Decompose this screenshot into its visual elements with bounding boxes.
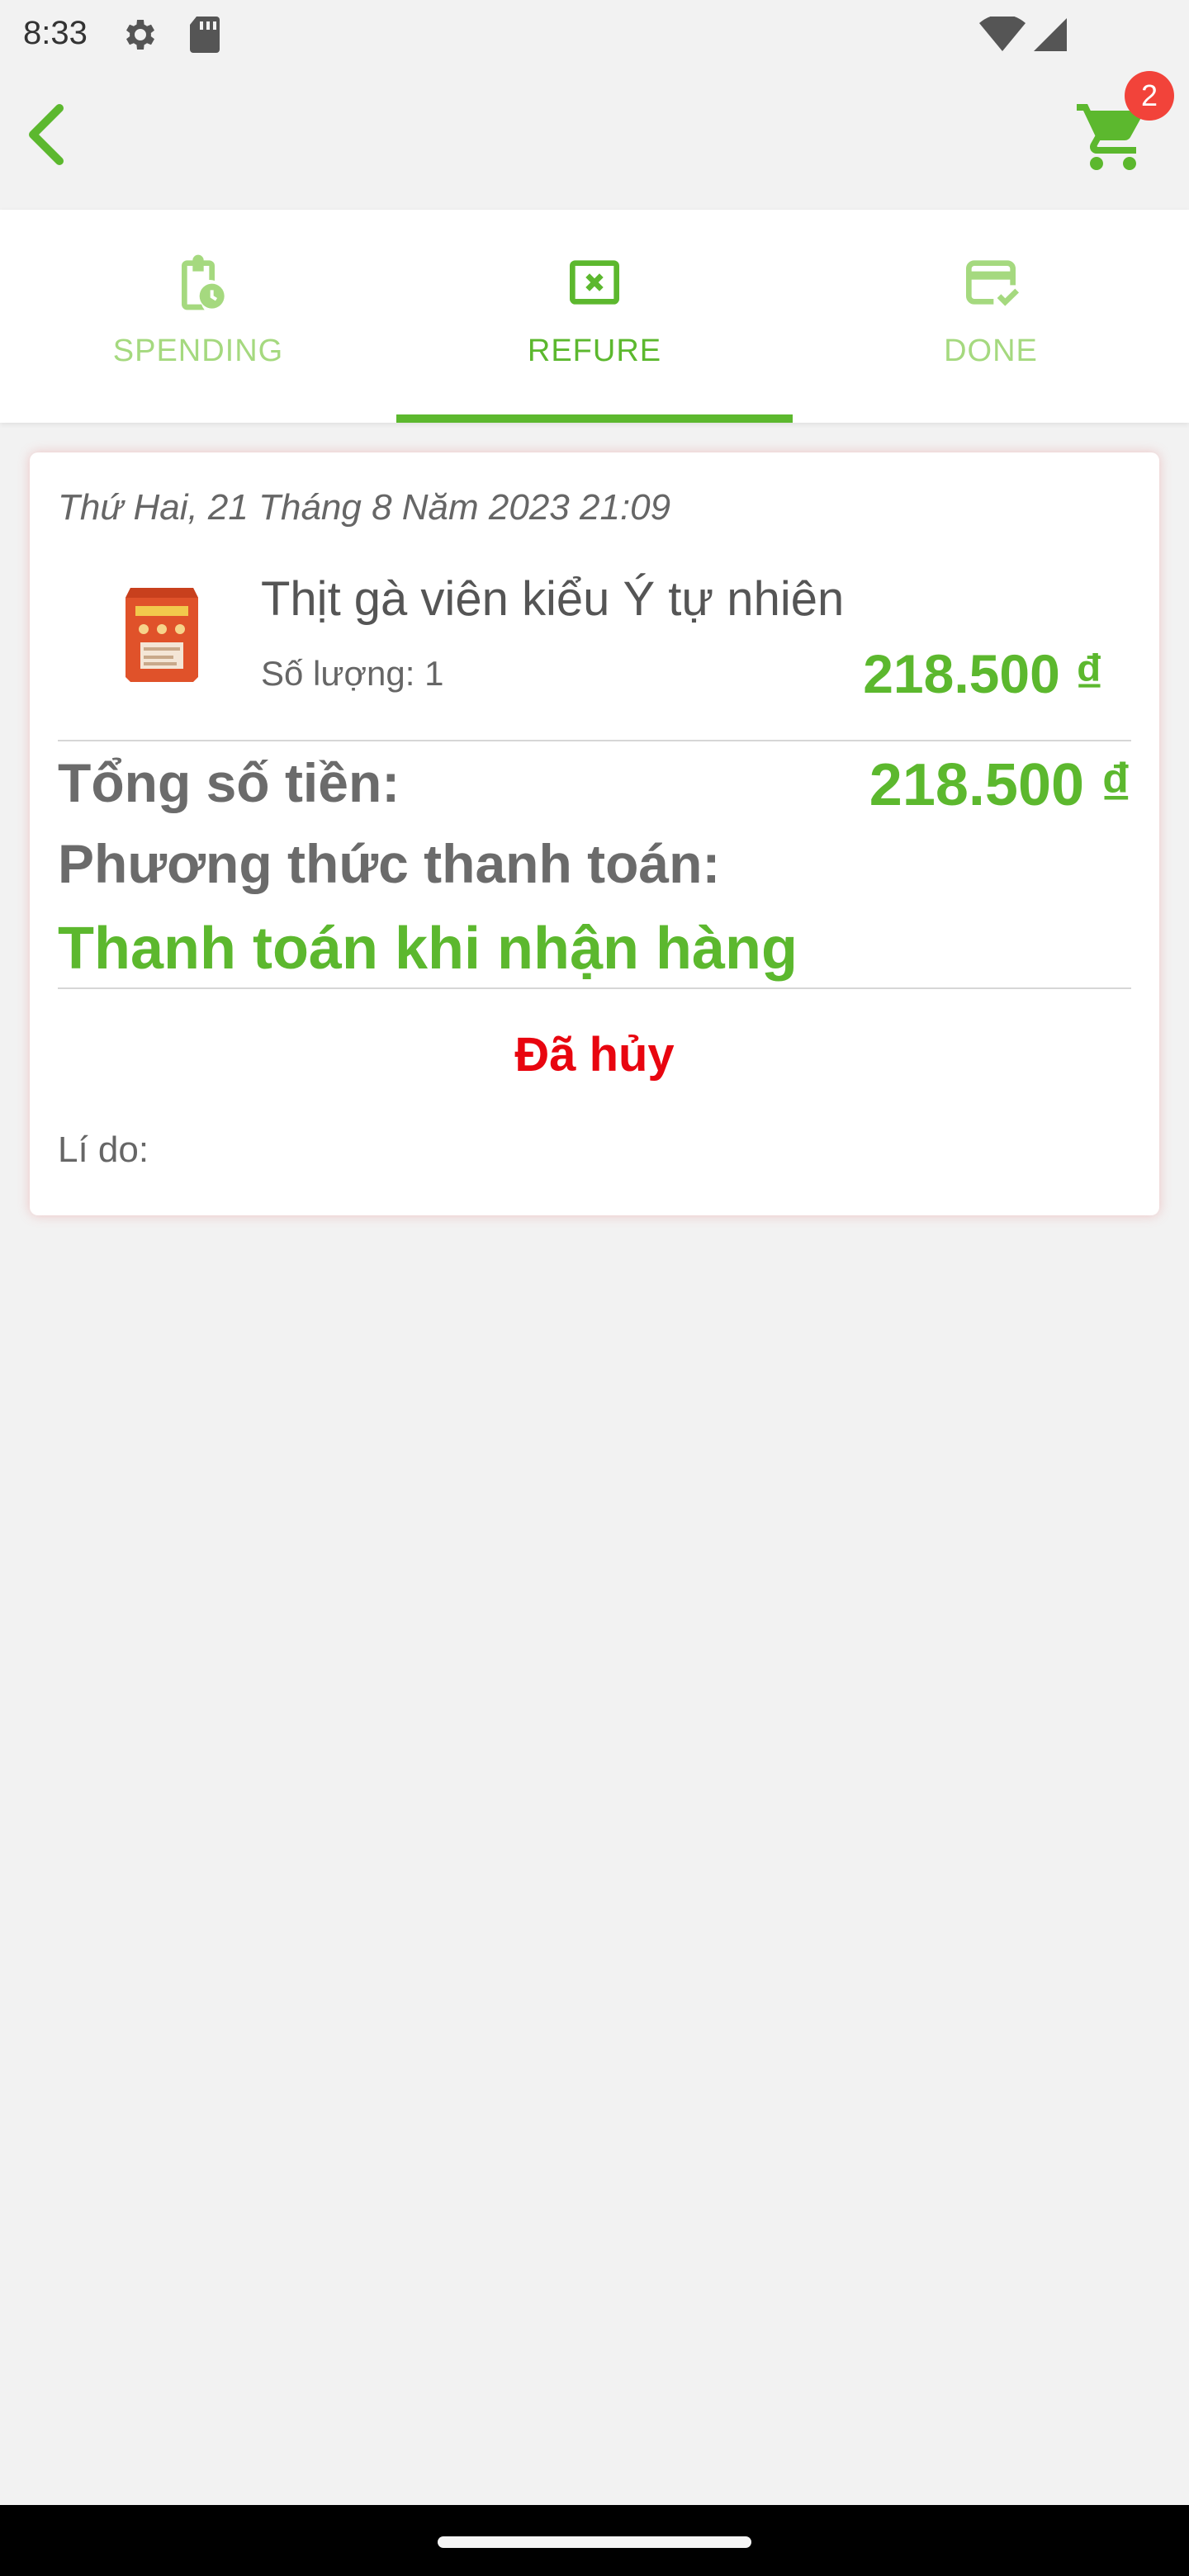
cart-count-badge: 2: [1125, 71, 1174, 121]
status-time: 8:33: [23, 15, 88, 51]
payment-method-label: Phương thức thanh toán:: [58, 833, 721, 894]
back-button[interactable]: [17, 97, 74, 172]
chevron-left-icon: [29, 104, 64, 165]
order-card[interactable]: Thứ Hai, 21 Tháng 8 Năm 2023 21:09 Thịt …: [30, 452, 1159, 1215]
system-navigation-bar: [0, 2505, 1189, 2576]
wifi-icon: [979, 17, 1026, 51]
payment-method-value: Thanh toán khi nhận hàng: [58, 916, 798, 982]
total-value: 218.500 ₫: [869, 752, 1131, 818]
product-name: Thịt gà viên kiểu Ý tự nhiên: [261, 572, 845, 626]
product-price: 218.500 ₫: [863, 643, 1103, 704]
tab-spending[interactable]: SPENDING: [0, 210, 396, 423]
card-check-icon: [966, 260, 1019, 306]
order-date: Thứ Hai, 21 Tháng 8 Năm 2023 21:09: [58, 487, 671, 528]
order-status-tabs: SPENDING REFURE DONE: [0, 210, 1189, 423]
divider: [58, 740, 1131, 741]
tab-done[interactable]: DONE: [793, 210, 1189, 423]
clipboard-clock-icon: [182, 254, 225, 310]
status-bar: 8:33: [0, 0, 1189, 69]
product-quantity: Số lượng: 1: [261, 654, 444, 693]
tab-spending-label: SPENDING: [112, 334, 284, 368]
x-box-icon: [570, 260, 619, 305]
settings-gear-icon: [126, 20, 154, 50]
total-label: Tổng số tiền:: [58, 752, 400, 813]
sd-card-icon: [190, 17, 220, 53]
divider: [58, 987, 1131, 989]
tab-refure-label: REFURE: [527, 334, 662, 368]
app-bar: [0, 69, 1189, 210]
active-tab-indicator: [396, 414, 793, 423]
cell-signal-icon: [1034, 18, 1067, 51]
home-gesture-handle[interactable]: [438, 2536, 751, 2548]
tab-done-label: DONE: [944, 334, 1038, 368]
tab-refure[interactable]: REFURE: [396, 210, 793, 423]
cancel-reason-label: Lí do:: [58, 1129, 149, 1170]
order-status: Đã hủy: [514, 1028, 675, 1082]
product-thumbnail: [126, 588, 198, 682]
